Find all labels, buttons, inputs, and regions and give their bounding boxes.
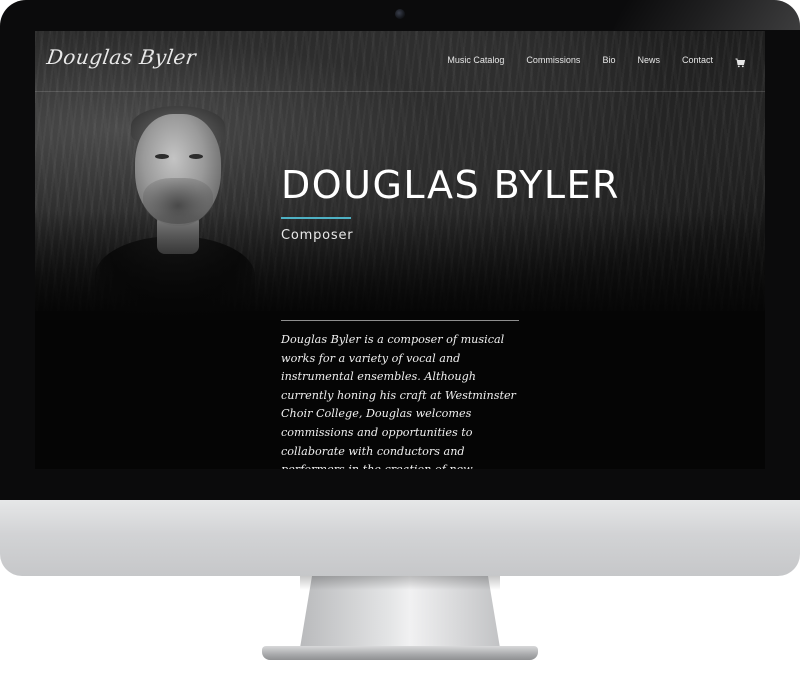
monitor-bezel: Douglas Byler Music Catalog Commissions …: [0, 0, 800, 500]
main-menu: Music Catalog Commissions Bio News Conta…: [425, 55, 746, 68]
nav-contact[interactable]: Contact: [682, 55, 713, 65]
screen: Douglas Byler Music Catalog Commissions …: [35, 31, 765, 469]
content-divider: [281, 320, 519, 321]
title-accent-rule: [281, 217, 351, 219]
site-header: Douglas Byler Music Catalog Commissions …: [35, 31, 765, 92]
hero-subtitle: Composer: [281, 228, 354, 243]
site-logo[interactable]: Douglas Byler: [45, 45, 197, 69]
stand-shadow: [300, 576, 500, 590]
bio-paragraph: Douglas Byler is a composer of musical w…: [281, 333, 516, 469]
camera-icon: [395, 9, 405, 19]
hero-fade: [35, 211, 765, 321]
nav-commissions[interactable]: Commissions: [526, 55, 580, 65]
hero-title: DOUGLAS BYLER: [281, 163, 620, 207]
imac-mockup: Douglas Byler Music Catalog Commissions …: [0, 0, 800, 673]
portrait-eye-left: [155, 154, 169, 159]
nav-music-catalog[interactable]: Music Catalog: [447, 55, 504, 65]
nav-news[interactable]: News: [637, 55, 660, 65]
shopping-cart-icon[interactable]: [735, 55, 746, 68]
bezel-gloss: [613, 0, 800, 30]
portrait-eye-right: [189, 154, 203, 159]
monitor-base: [262, 646, 538, 660]
nav-bio[interactable]: Bio: [602, 55, 615, 65]
monitor-chin: [0, 500, 800, 576]
